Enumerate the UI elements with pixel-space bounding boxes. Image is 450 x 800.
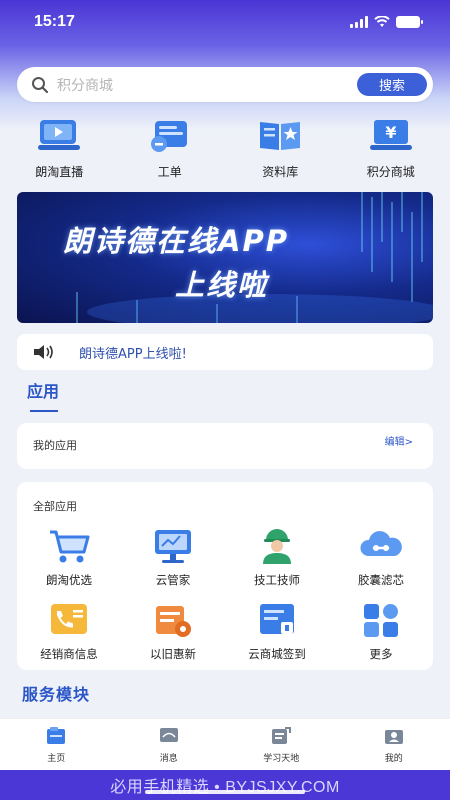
all-apps-card: 全部应用 朗淘优选 云管家 技工技师 胶囊滤芯 经销商信息 以旧惠新 云商城签到… xyxy=(17,482,433,670)
banner-subline: 上线啦 xyxy=(175,268,269,302)
edit-apps-link[interactable]: 编辑> xyxy=(385,433,413,448)
app-label: 以旧惠新 xyxy=(150,647,196,661)
watermark-footer: 必用手机精选 • BYJSJXY.COM xyxy=(0,770,450,800)
my-apps-card: 我的应用 编辑> xyxy=(17,423,433,469)
app-label: 云管家 xyxy=(155,573,191,587)
quick-nav-label: 工单 xyxy=(157,165,182,179)
my-apps-title: 我的应用 xyxy=(33,439,77,452)
banner-headline: 朗诗德在线APP xyxy=(63,224,289,258)
live-tv-icon xyxy=(38,120,81,150)
app-technician[interactable]: 技工技师 xyxy=(225,526,329,594)
all-apps-title: 全部应用 xyxy=(33,500,77,513)
technician-icon xyxy=(263,529,291,564)
tab-study[interactable]: 学习天地 xyxy=(231,726,331,764)
app-langtao-select[interactable]: 朗淘优选 xyxy=(17,526,121,594)
tab-label: 主页 xyxy=(47,753,66,764)
study-icon xyxy=(272,726,292,744)
trade-in-icon xyxy=(156,606,191,637)
apps-title-underline xyxy=(30,410,58,412)
app-more[interactable]: 更多 xyxy=(329,600,433,668)
tab-label: 我的 xyxy=(384,753,403,764)
app-label: 更多 xyxy=(369,647,393,661)
wifi-icon xyxy=(374,16,390,27)
work-order-icon xyxy=(150,121,187,152)
search-icon xyxy=(32,76,49,93)
app-trade-in[interactable]: 以旧惠新 xyxy=(121,600,225,668)
quick-nav: 朗淘直播 工单 资料库 ¥ 积分商城 xyxy=(0,116,450,186)
svg-text:¥: ¥ xyxy=(385,123,396,142)
profile-icon xyxy=(384,729,403,744)
app-dealer-info[interactable]: 经销商信息 xyxy=(17,600,121,668)
quick-nav-work-order[interactable]: 工单 xyxy=(120,116,220,186)
dealer-phone-icon xyxy=(51,604,87,634)
tab-profile[interactable]: 我的 xyxy=(344,726,444,764)
app-capsule-filter[interactable]: 胶囊滤芯 xyxy=(329,526,433,594)
search-input[interactable]: 积分商城 xyxy=(57,75,357,95)
app-mall-check-in[interactable]: 云商城签到 xyxy=(225,600,329,668)
notice-text: 朗诗德APP上线啦! xyxy=(79,346,187,362)
battery-icon xyxy=(396,16,423,28)
tab-label: 学习天地 xyxy=(263,753,300,764)
quick-nav-label: 资料库 xyxy=(262,165,299,179)
app-grid: 朗淘优选 云管家 技工技师 胶囊滤芯 经销商信息 以旧惠新 云商城签到 更多 xyxy=(17,526,433,668)
points-mall-icon: ¥ xyxy=(369,120,412,150)
status-time: 15:17 xyxy=(34,13,75,30)
app-label: 胶囊滤芯 xyxy=(358,573,404,587)
quick-nav-points-mall[interactable]: ¥ 积分商城 xyxy=(341,116,441,186)
bottom-tab-bar: 主页 消息 学习天地 我的 xyxy=(0,718,450,770)
apps-section-title: 应用 xyxy=(27,382,60,401)
notice-bar[interactable]: 朗诗德APP上线啦! xyxy=(17,334,433,370)
app-label: 经销商信息 xyxy=(40,647,98,661)
more-grid-icon xyxy=(364,604,398,637)
quick-nav-label: 朗淘直播 xyxy=(35,165,84,179)
tab-messages[interactable]: 消息 xyxy=(119,726,219,764)
message-icon xyxy=(159,727,178,742)
quick-nav-label: 积分商城 xyxy=(366,165,415,179)
home-indicator[interactable] xyxy=(145,790,305,794)
check-in-icon xyxy=(260,604,294,634)
search-button[interactable]: 搜索 xyxy=(357,73,427,96)
app-label: 云商城签到 xyxy=(248,647,306,661)
tab-home[interactable]: 主页 xyxy=(6,726,106,764)
shopping-cart-icon xyxy=(50,530,90,563)
status-bar: 15:17 xyxy=(0,0,450,44)
app-cloud-steward[interactable]: 云管家 xyxy=(121,526,225,594)
quick-nav-live[interactable]: 朗淘直播 xyxy=(9,116,109,186)
cloud-monitor-icon xyxy=(155,530,191,563)
cloud-filter-icon xyxy=(360,531,402,556)
speaker-icon xyxy=(34,345,53,359)
app-label: 技工技师 xyxy=(254,573,300,587)
book-library-icon xyxy=(260,122,301,150)
signal-icon xyxy=(350,16,368,28)
promo-banner[interactable]: 朗诗德在线APP 上线啦 xyxy=(17,192,433,323)
search-bar[interactable]: 积分商城 搜索 xyxy=(17,67,433,102)
app-label: 朗淘优选 xyxy=(46,573,92,587)
home-icon xyxy=(47,726,66,744)
service-section-title: 服务模块 xyxy=(22,685,91,704)
status-icons xyxy=(350,16,423,28)
quick-nav-library[interactable]: 资料库 xyxy=(230,116,330,186)
tab-label: 消息 xyxy=(159,753,178,764)
